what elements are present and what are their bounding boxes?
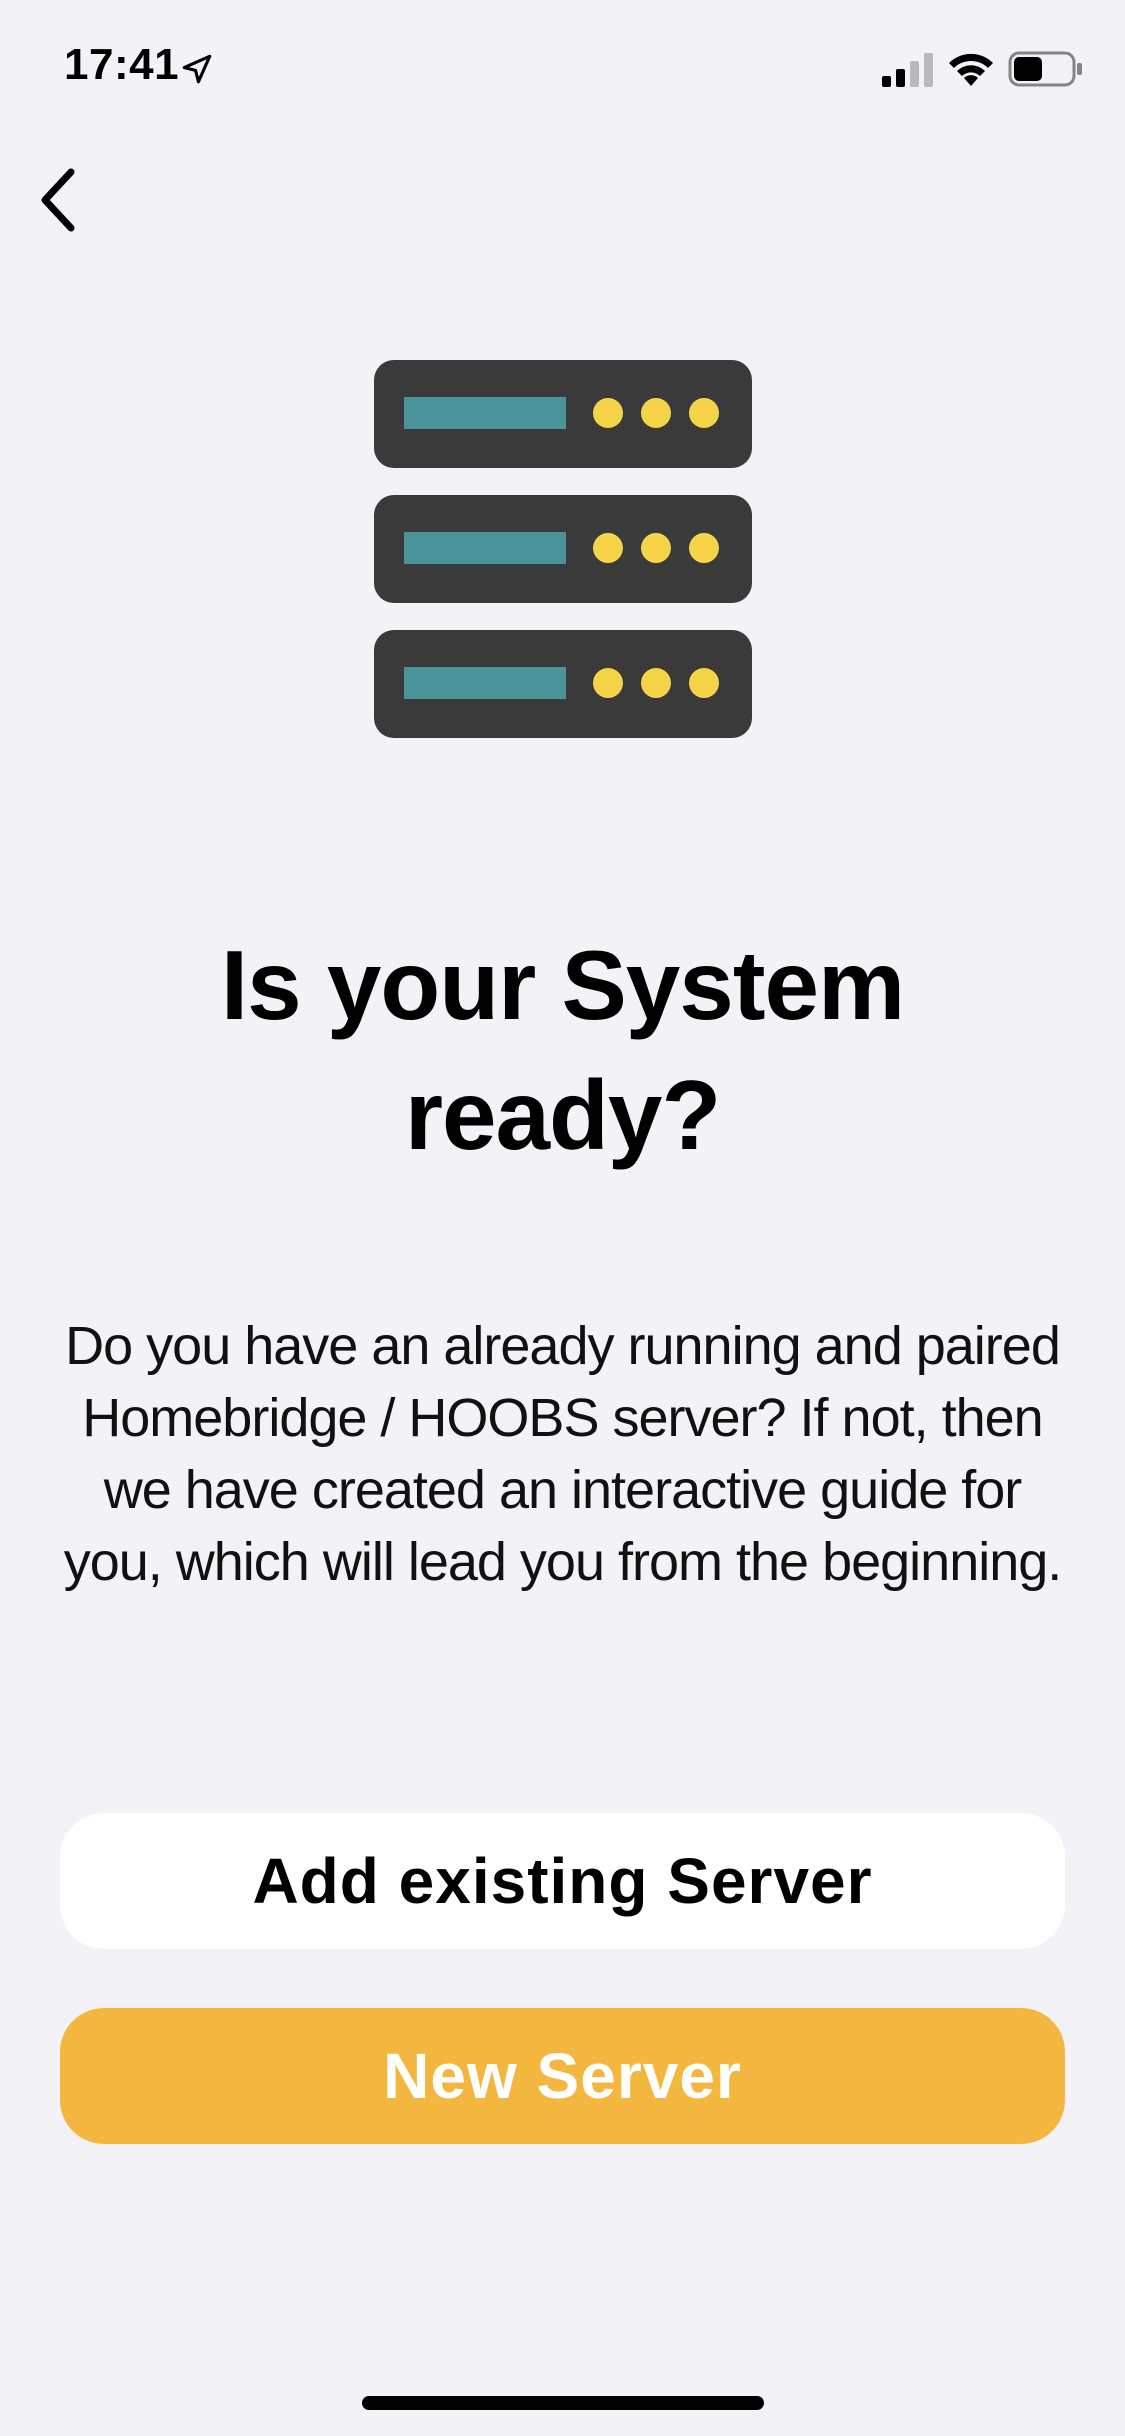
location-arrow-icon — [182, 54, 212, 84]
server-unit-2 — [374, 495, 752, 603]
server-unit-1 — [374, 360, 752, 468]
status-bar: 17:41 — [0, 0, 1125, 132]
add-existing-server-button[interactable]: Add existing Server — [60, 1813, 1065, 1949]
new-server-button[interactable]: New Server — [60, 2008, 1065, 2144]
status-time: 17:41 — [64, 40, 180, 89]
battery-icon — [1008, 51, 1082, 87]
back-button[interactable] — [14, 150, 104, 250]
home-indicator[interactable] — [362, 2396, 764, 2410]
description-text: Do you have an already running and paire… — [63, 1316, 1063, 1592]
chevron-left-icon — [41, 168, 75, 232]
wifi-icon — [949, 53, 993, 86]
page-title: Is your System ready? — [220, 930, 905, 1170]
cellular-signal-icon — [882, 53, 933, 87]
server-unit-3 — [374, 630, 752, 738]
server-rack-icon — [374, 360, 752, 738]
